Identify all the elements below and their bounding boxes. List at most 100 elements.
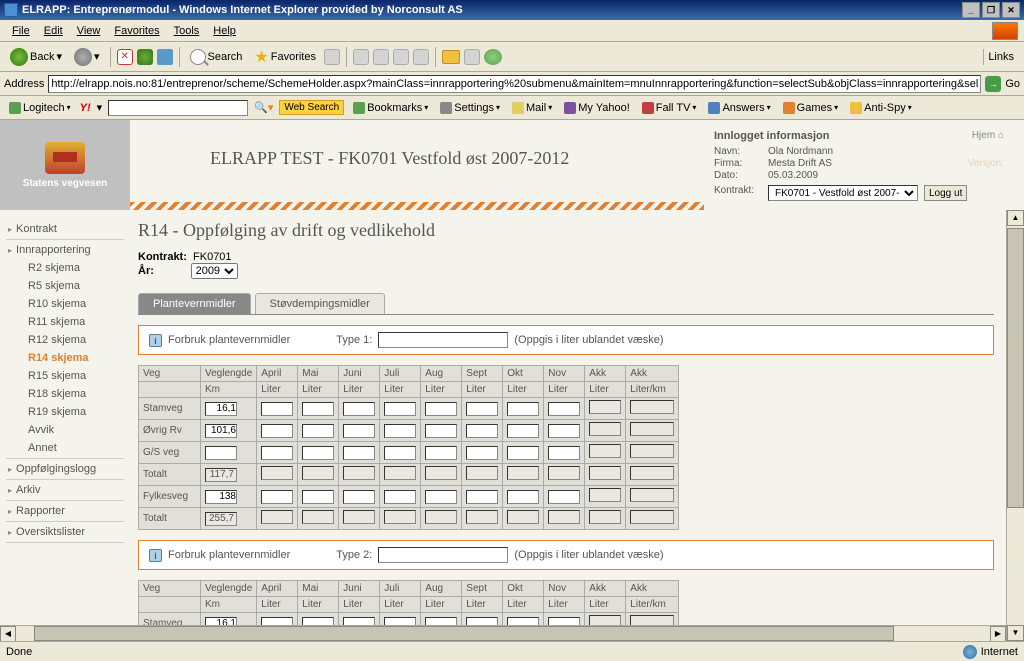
nav-arkiv[interactable]: Arkiv [0,481,130,499]
nav-sub-item[interactable]: R18 skjema [0,385,130,403]
games-menu[interactable]: Games [780,101,841,115]
stop-button[interactable] [117,49,133,65]
month-input[interactable] [548,402,580,416]
yahoo-search-input[interactable] [108,100,248,116]
home-button[interactable] [157,49,173,65]
nav-sub-item[interactable]: R14 skjema [0,349,130,367]
nav-innrapportering[interactable]: Innrapportering [0,241,130,259]
minimize-button[interactable]: _ [962,2,980,18]
month-input[interactable] [466,446,498,460]
go-button[interactable]: → [985,76,1001,92]
month-input[interactable] [425,446,457,460]
month-input[interactable] [507,424,539,438]
scroll-thumb[interactable] [1007,228,1024,508]
month-input[interactable] [384,402,416,416]
nav-sub-item[interactable]: R11 skjema [0,313,130,331]
year-select[interactable]: 2009 [191,263,238,279]
mail-button[interactable] [353,49,369,65]
month-input[interactable] [548,490,580,504]
nav-sub-item[interactable]: R19 skjema [0,403,130,421]
menu-edit[interactable]: Edit [38,23,69,39]
refresh-button[interactable] [137,49,153,65]
logout-button[interactable]: Logg ut [924,185,967,201]
scroll-thumb-h[interactable] [34,626,894,641]
menu-file[interactable]: File [6,23,36,39]
nav-sub-item[interactable]: Avvik [0,421,130,439]
month-input[interactable] [507,402,539,416]
nav-sub-item[interactable]: R10 skjema [0,295,130,313]
nav-sub-item[interactable]: R12 skjema [0,331,130,349]
month-input[interactable] [302,424,334,438]
messenger-button[interactable] [484,49,502,65]
address-input[interactable] [48,75,981,93]
nav-sub-item[interactable]: R5 skjema [0,277,130,295]
search-button[interactable]: Search [186,47,247,67]
settings-menu[interactable]: Settings [437,101,503,115]
favorites-button[interactable]: ★Favorites [250,45,320,69]
month-input[interactable] [466,402,498,416]
month-input[interactable] [343,490,375,504]
month-input[interactable] [261,402,293,416]
month-input[interactable] [261,490,293,504]
close-button[interactable]: ✕ [1002,2,1020,18]
nav-rapporter[interactable]: Rapporter [0,502,130,520]
month-input[interactable] [343,402,375,416]
type2-input[interactable] [378,547,508,563]
myyahoo-button[interactable]: My Yahoo! [561,101,633,115]
nav-oppfolgingslogg[interactable]: Oppfølgingslogg [0,460,130,478]
month-input[interactable] [384,424,416,438]
restore-button[interactable]: ❐ [982,2,1000,18]
edit-button[interactable] [393,49,409,65]
home-link[interactable]: Hjem ⌂ [972,130,1004,141]
month-input[interactable] [507,490,539,504]
tab-plantevernmidler[interactable]: Plantevernmidler [138,293,251,314]
nav-kontrakt[interactable]: Kontrakt [0,220,130,238]
month-input[interactable] [261,446,293,460]
web-search-button[interactable]: Web Search [279,100,344,115]
menu-help[interactable]: Help [207,23,242,39]
print-button[interactable] [373,49,389,65]
logitech-menu[interactable]: Logitech [6,101,74,115]
answers-menu[interactable]: Answers [705,101,773,115]
scroll-up-button[interactable]: ▲ [1007,210,1024,226]
nav-sub-item[interactable]: R2 skjema [0,259,130,277]
month-input[interactable] [466,424,498,438]
type1-input[interactable] [378,332,508,348]
nav-sub-item[interactable]: Annet [0,439,130,457]
horizontal-scrollbar[interactable]: ◀ ▶ [0,625,1006,641]
back-button[interactable]: Back ▾ [6,46,66,68]
falltv-menu[interactable]: Fall TV [639,101,700,115]
km-input[interactable] [205,424,237,438]
month-input[interactable] [261,424,293,438]
month-input[interactable] [343,424,375,438]
month-input[interactable] [302,402,334,416]
scroll-right-button[interactable]: ▶ [990,626,1006,641]
month-input[interactable] [466,490,498,504]
vertical-scrollbar[interactable]: ▲ ▼ [1006,210,1024,641]
links-label[interactable]: Links [983,49,1018,65]
menu-tools[interactable]: Tools [168,23,206,39]
month-input[interactable] [548,424,580,438]
month-input[interactable] [343,446,375,460]
km-input[interactable] [205,490,237,504]
history-button[interactable] [324,49,340,65]
info-icon[interactable]: i [149,334,162,347]
month-input[interactable] [302,490,334,504]
month-input[interactable] [384,490,416,504]
month-input[interactable] [425,424,457,438]
mail-menu[interactable]: Mail [509,101,555,115]
forward-button[interactable]: ▾ [70,46,104,68]
bookmarks-menu[interactable]: Bookmarks [350,101,431,115]
month-input[interactable] [384,446,416,460]
km-input[interactable] [205,446,237,460]
folder-button[interactable] [442,50,460,64]
nav-sub-item[interactable]: R15 skjema [0,367,130,385]
month-input[interactable] [507,446,539,460]
kontrakt-select[interactable]: FK0701 - Vestfold øst 2007-2012 [768,185,918,201]
month-input[interactable] [425,402,457,416]
discuss-button[interactable] [413,49,429,65]
research-button[interactable] [464,49,480,65]
month-input[interactable] [302,446,334,460]
menu-favorites[interactable]: Favorites [108,23,165,39]
antispy-menu[interactable]: Anti-Spy [847,101,915,115]
